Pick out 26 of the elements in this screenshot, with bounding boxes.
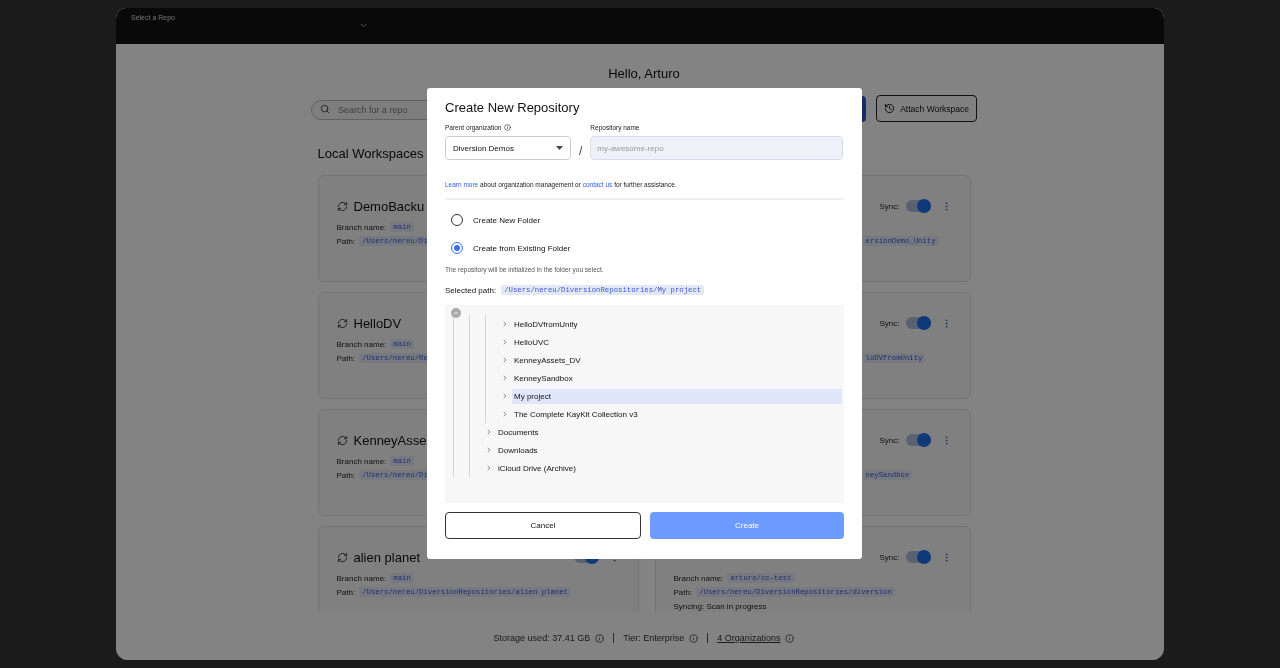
- sync-status: Syncing: Scan in progress: [673, 601, 767, 611]
- branch-label: Branch name:: [673, 573, 724, 583]
- sync-label: Sync:: [879, 552, 900, 562]
- path-label: Path:: [336, 587, 356, 597]
- footer-text: Tier: Enterprise: [623, 633, 685, 643]
- path-label: Path:: [336, 236, 356, 246]
- path-label: Path:: [336, 470, 356, 480]
- sync-label: Sync:: [879, 435, 900, 445]
- branch-label: Branch name:: [336, 222, 387, 232]
- separator: /: [579, 144, 583, 158]
- path-label: Path:: [673, 587, 693, 597]
- path-label: Path:: [336, 353, 356, 363]
- dialog-title: Create New Repository: [445, 100, 581, 115]
- workspace-name: alien planet: [353, 549, 420, 565]
- greeting: Hello, Arturo: [608, 66, 680, 81]
- footer-text: Storage used: 37.41 GB: [493, 633, 591, 643]
- branch-label: Branch name:: [336, 456, 387, 466]
- path-label: Selected path:: [445, 285, 497, 295]
- workspace-name: KenneyAsse: [353, 432, 427, 448]
- sync-label: Sync:: [879, 201, 900, 211]
- sync-label: Sync:: [879, 318, 900, 328]
- branch-label: Branch name:: [336, 573, 387, 583]
- section-title: Local Workspaces: [317, 146, 424, 161]
- workspace-name: HelloDV: [353, 315, 402, 331]
- workspace-name: DemoBacku: [353, 198, 425, 214]
- branch-label: Branch name:: [336, 339, 387, 349]
